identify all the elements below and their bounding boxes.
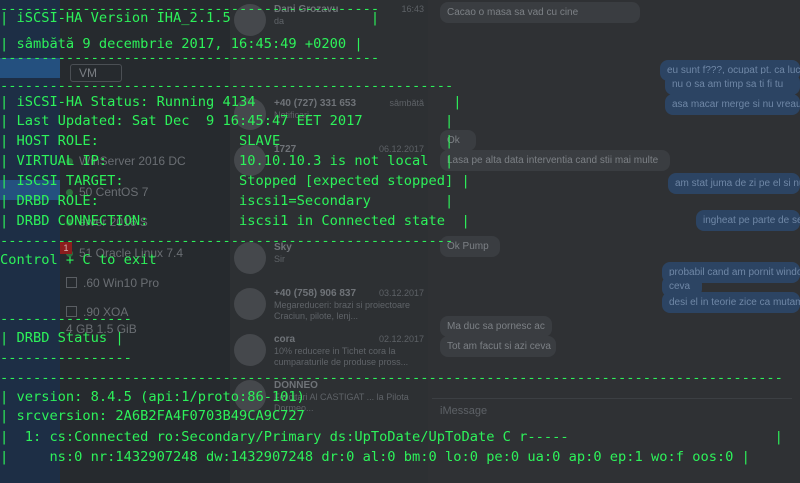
terminal-line: ----------------------------------------… — [0, 50, 380, 66]
terminal-output[interactable]: ----------------------------------------… — [0, 0, 800, 483]
terminal-line: ---------------- — [0, 350, 132, 366]
terminal-line: | iSCSI-HA Version IHA_2.1.5 | — [0, 10, 380, 26]
terminal-line: | ISCSI TARGET: Stopped [expected stoppe… — [0, 173, 470, 189]
terminal-line: | DRBD CONNECTION: iscsi1 in Connected s… — [0, 213, 470, 229]
terminal-line: ----------------------------------------… — [0, 233, 454, 249]
terminal-line: ----------------------------------------… — [0, 370, 783, 386]
terminal-line: | VIRTUAL IP: 10.10.10.3 is not local | — [0, 153, 454, 169]
terminal-line: Control + C to exit — [0, 252, 157, 268]
terminal-line: | 1: cs:Connected ro:Secondary/Primary d… — [0, 429, 783, 445]
terminal-line: | srcversion: 2A6B2FA4F0703B49CA9C727 — [0, 408, 305, 424]
terminal-line: ---------------- — [0, 311, 132, 327]
terminal-line: | version: 8.4.5 (api:1/proto:86-101) — [0, 389, 305, 405]
terminal-line: | Last Updated: Sat Dec 9 16:45:47 EET 2… — [0, 113, 454, 129]
terminal-line: | ns:0 nr:1432907248 dw:1432907248 dr:0 … — [0, 449, 750, 465]
terminal-line: | iSCSI-HA Status: Running 4134 | — [0, 94, 462, 110]
terminal-line: | DRBD ROLE: iscsi1=Secondary | — [0, 193, 454, 209]
terminal-line: | DRBD Status | — [0, 330, 124, 346]
terminal-line: | HOST ROLE: SLAVE | — [0, 133, 454, 149]
